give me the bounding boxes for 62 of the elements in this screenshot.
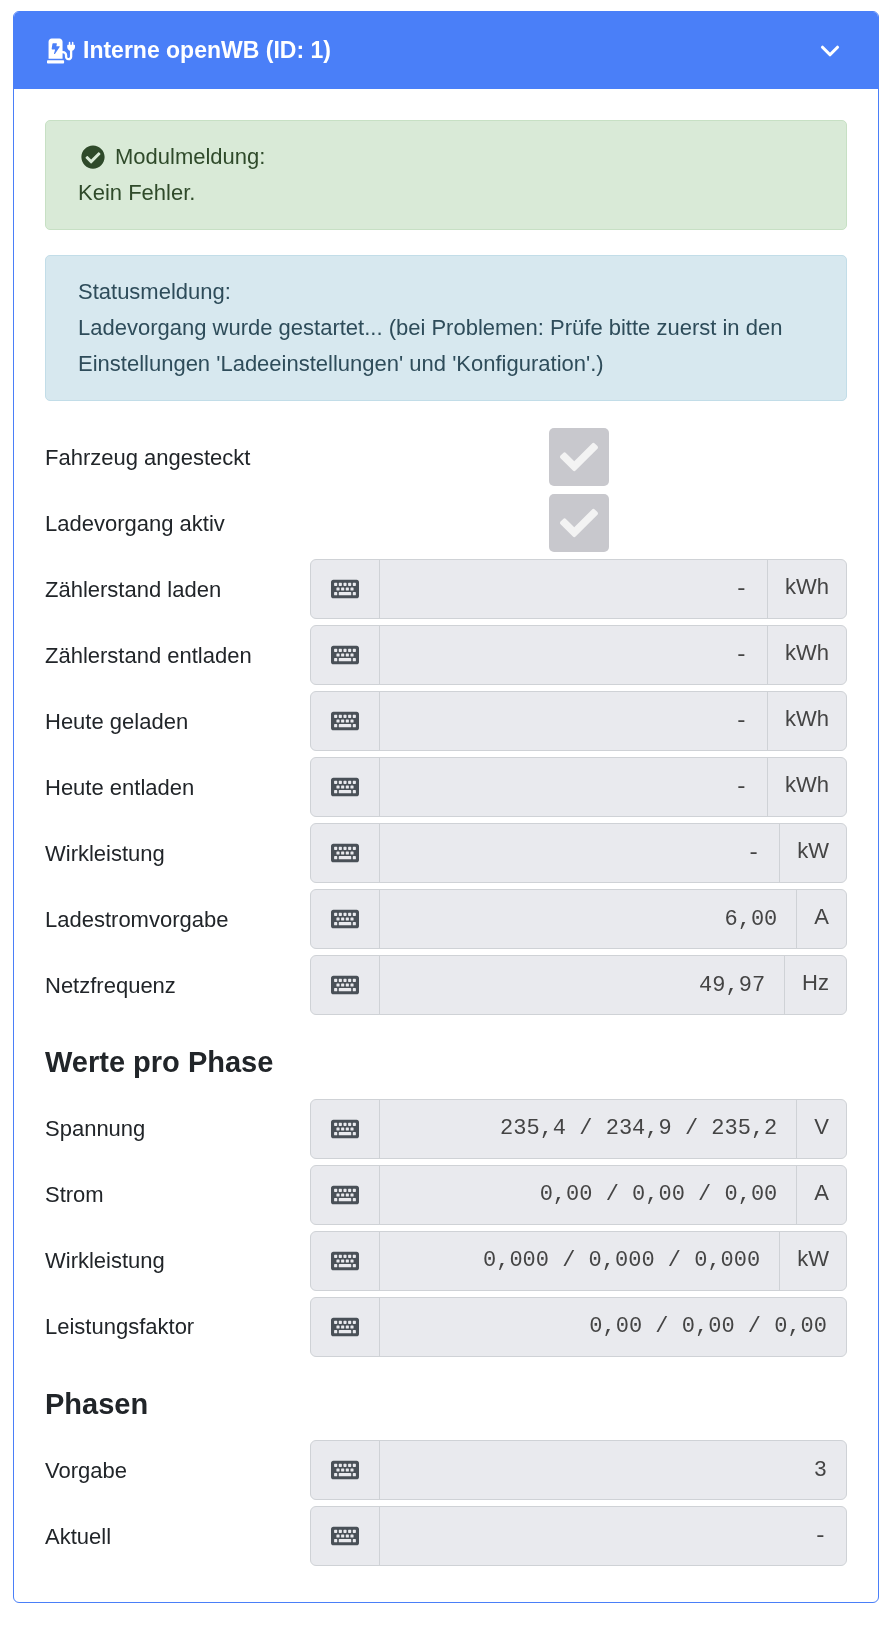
unit-label: kWh	[767, 692, 846, 750]
alert-title: Statusmeldung:	[78, 278, 231, 306]
readonly-field[interactable]: - kW	[310, 823, 847, 883]
unit-label: A	[796, 890, 846, 948]
field-value: -	[734, 707, 748, 736]
card-header[interactable]: Interne openWB (ID: 1)	[14, 12, 878, 89]
field-label: Vorgabe	[45, 1456, 128, 1485]
field-label: Ladestromvorgabe	[45, 905, 230, 934]
field-label: Aktuell	[45, 1522, 113, 1551]
field-value: -	[813, 1522, 827, 1551]
field-value: 0,000 / 0,000 / 0,000	[483, 1247, 761, 1275]
readonly-field[interactable]: - kWh	[310, 559, 847, 619]
readonly-field[interactable]: 0,00 / 0,00 / 0,00	[310, 1296, 847, 1357]
field-label: Leistungsfaktor	[45, 1313, 196, 1341]
field-value: -	[734, 773, 748, 802]
alert-text: Kein Fehler.	[78, 179, 197, 207]
field-value: -	[734, 575, 748, 604]
unit-label: V	[796, 1099, 846, 1158]
unit-label: kW	[779, 1231, 846, 1290]
field-value: 6,00	[724, 905, 778, 934]
alert-text: Ladevorgang wurde gestartet... (bei Problemen: Prüfe bitte zuerst in den Einstellungen 'Ladeeinstellungen' und 'Konfiguration'.)	[78, 314, 784, 378]
section-heading: Werte pro Phase	[45, 1045, 275, 1080]
field-label: Zählerstand entladen	[45, 641, 253, 670]
unit-label: A	[796, 1165, 846, 1224]
unit-label: kWh	[767, 626, 846, 684]
readonly-field[interactable]: - kWh	[310, 757, 847, 817]
readonly-field[interactable]: 0,00 / 0,00 / 0,00 A	[310, 1164, 847, 1225]
readonly-field[interactable]: 49,97 Hz	[310, 955, 847, 1015]
field-label: Ladevorgang aktiv	[45, 509, 226, 538]
readonly-field[interactable]: 3	[310, 1440, 847, 1500]
unit-label: kWh	[767, 758, 846, 816]
field-label: Zählerstand laden	[45, 575, 223, 604]
field-label: Netzfrequenz	[45, 971, 177, 1000]
card-title: Interne openWB (ID: 1)	[83, 36, 332, 66]
field-label: Strom	[45, 1181, 105, 1209]
section-heading: Phasen	[45, 1386, 150, 1422]
readonly-field[interactable]: -	[310, 1506, 847, 1566]
field-value: 49,97	[699, 971, 766, 1000]
charging-station-icon	[47, 37, 75, 64]
readonly-field[interactable]: 6,00 A	[310, 889, 847, 949]
checkbox[interactable]	[548, 428, 609, 486]
readonly-field[interactable]: - kWh	[310, 691, 847, 751]
readonly-field[interactable]: 235,4 / 234,9 / 235,2 V	[310, 1098, 847, 1159]
readonly-field[interactable]: 0,000 / 0,000 / 0,000 kW	[310, 1230, 847, 1291]
field-value: 235,4 / 234,9 / 235,2	[500, 1115, 778, 1143]
field-label: Wirkleistung	[45, 839, 166, 868]
unit-label: kWh	[767, 560, 846, 618]
field-label: Spannung	[45, 1115, 147, 1143]
alert-title: Modulmeldung:	[115, 143, 266, 171]
field-label: Heute geladen	[45, 707, 190, 736]
field-label: Fahrzeug angesteckt	[45, 443, 252, 472]
field-value: 0,00 / 0,00 / 0,00	[539, 1181, 778, 1209]
field-value: 0,00 / 0,00 / 0,00	[589, 1313, 827, 1341]
unit-label: Hz	[784, 956, 846, 1014]
field-label: Wirkleistung	[45, 1247, 166, 1275]
readonly-field[interactable]: - kWh	[310, 625, 847, 685]
unit-label: kW	[779, 824, 846, 882]
field-value: 3	[813, 1456, 827, 1485]
checkbox[interactable]	[548, 494, 609, 552]
field-value: -	[747, 839, 761, 868]
field-value: -	[734, 641, 748, 670]
field-label: Heute entladen	[45, 773, 196, 802]
